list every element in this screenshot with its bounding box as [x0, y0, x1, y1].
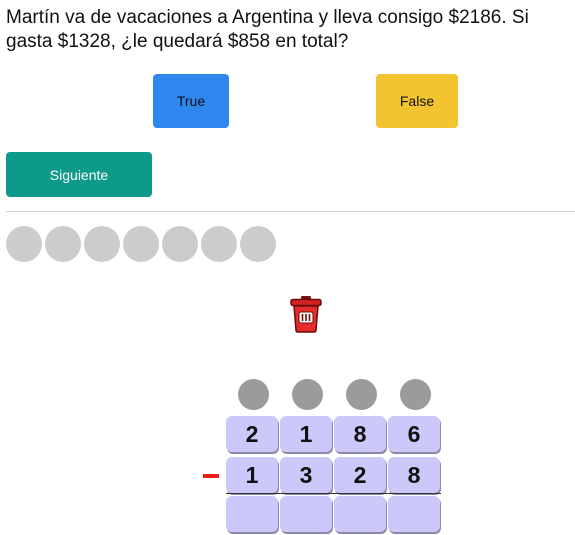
minuend-digit: 1 [280, 416, 332, 452]
progress-dot [240, 226, 276, 262]
result-row [226, 496, 440, 532]
progress-dot [201, 226, 237, 262]
progress-dots [6, 226, 276, 262]
minuend-digit: 2 [226, 416, 278, 452]
carry-toggle[interactable] [291, 378, 323, 410]
divider [6, 211, 575, 212]
subtrahend-digit: 1 [226, 457, 278, 493]
minuend-digit: 8 [334, 416, 386, 452]
subtrahend-row: 1 3 2 8 [226, 457, 440, 493]
result-digit-input[interactable] [280, 496, 332, 532]
true-button[interactable]: True [153, 74, 229, 128]
progress-dot [162, 226, 198, 262]
carry-toggle[interactable] [345, 378, 377, 410]
result-line [226, 493, 441, 494]
progress-dot [45, 226, 81, 262]
subtrahend-digit: 8 [388, 457, 440, 493]
result-digit-input[interactable] [388, 496, 440, 532]
minus-icon [203, 474, 219, 478]
next-button[interactable]: Siguiente [6, 152, 152, 197]
subtrahend-digit: 3 [280, 457, 332, 493]
progress-dot [6, 226, 42, 262]
minuend-digit: 6 [388, 416, 440, 452]
carry-row [226, 378, 442, 410]
result-digit-input[interactable] [334, 496, 386, 532]
trash-icon[interactable] [289, 295, 323, 333]
carry-toggle[interactable] [237, 378, 269, 410]
minuend-row: 2 1 8 6 [226, 416, 440, 452]
progress-dot [123, 226, 159, 262]
progress-dot [84, 226, 120, 262]
result-digit-input[interactable] [226, 496, 278, 532]
subtrahend-digit: 2 [334, 457, 386, 493]
carry-toggle[interactable] [399, 378, 431, 410]
false-button[interactable]: False [376, 74, 458, 128]
question-text: Martín va de vacaciones a Argentina y ll… [6, 7, 529, 52]
